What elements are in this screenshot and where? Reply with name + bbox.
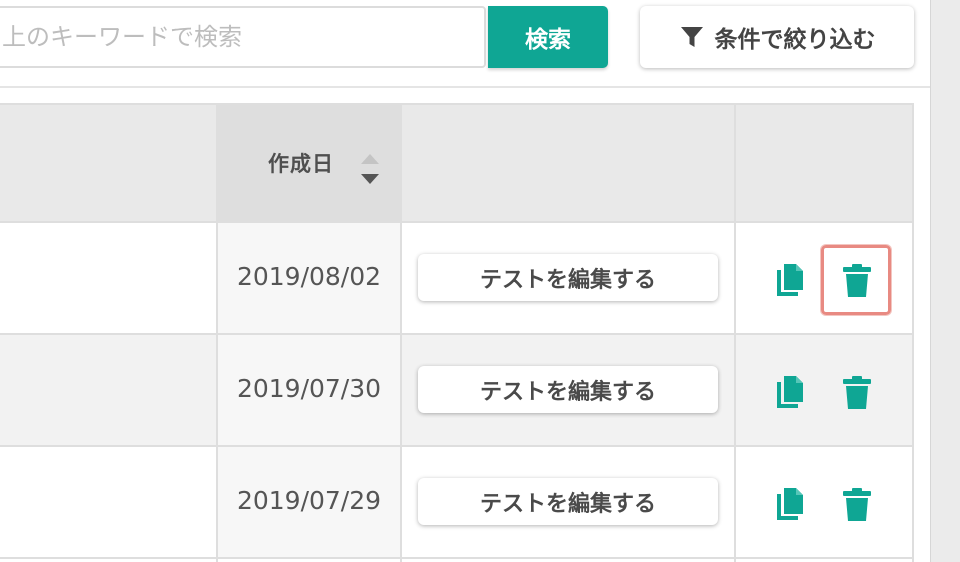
column-divider bbox=[734, 103, 736, 562]
created-date: 2019/08/02 bbox=[236, 262, 382, 291]
filter-button-label: 条件で絞り込む bbox=[714, 27, 876, 53]
page-scroll-gutter bbox=[930, 0, 960, 562]
sort-icon[interactable] bbox=[359, 152, 381, 186]
copy-icon[interactable] bbox=[774, 374, 806, 410]
created-date: 2019/07/29 bbox=[236, 486, 382, 515]
search-input[interactable] bbox=[0, 6, 486, 68]
edit-test-button[interactable]: テストを編集する bbox=[418, 366, 718, 413]
trash-icon[interactable] bbox=[841, 487, 873, 523]
copy-icon[interactable] bbox=[774, 486, 806, 522]
row-divider bbox=[0, 445, 914, 447]
toolbar-divider bbox=[0, 86, 930, 88]
table-header-row bbox=[0, 103, 914, 223]
edit-test-button[interactable]: テストを編集する bbox=[418, 478, 718, 525]
created-date: 2019/07/30 bbox=[236, 374, 382, 403]
row-divider bbox=[0, 333, 914, 335]
row-divider bbox=[0, 221, 914, 223]
copy-icon[interactable] bbox=[774, 262, 806, 298]
row-divider bbox=[0, 557, 914, 559]
trash-icon[interactable] bbox=[841, 263, 873, 299]
created-date-header-label: 作成日 bbox=[268, 152, 334, 176]
filter-funnel-icon bbox=[679, 24, 705, 50]
filter-button[interactable]: 条件で絞り込む bbox=[640, 6, 914, 68]
column-divider bbox=[400, 103, 402, 562]
search-button[interactable]: 検索 bbox=[488, 6, 608, 68]
trash-icon[interactable] bbox=[841, 375, 873, 411]
column-divider bbox=[912, 103, 914, 562]
edit-test-button[interactable]: テストを編集する bbox=[418, 254, 718, 301]
